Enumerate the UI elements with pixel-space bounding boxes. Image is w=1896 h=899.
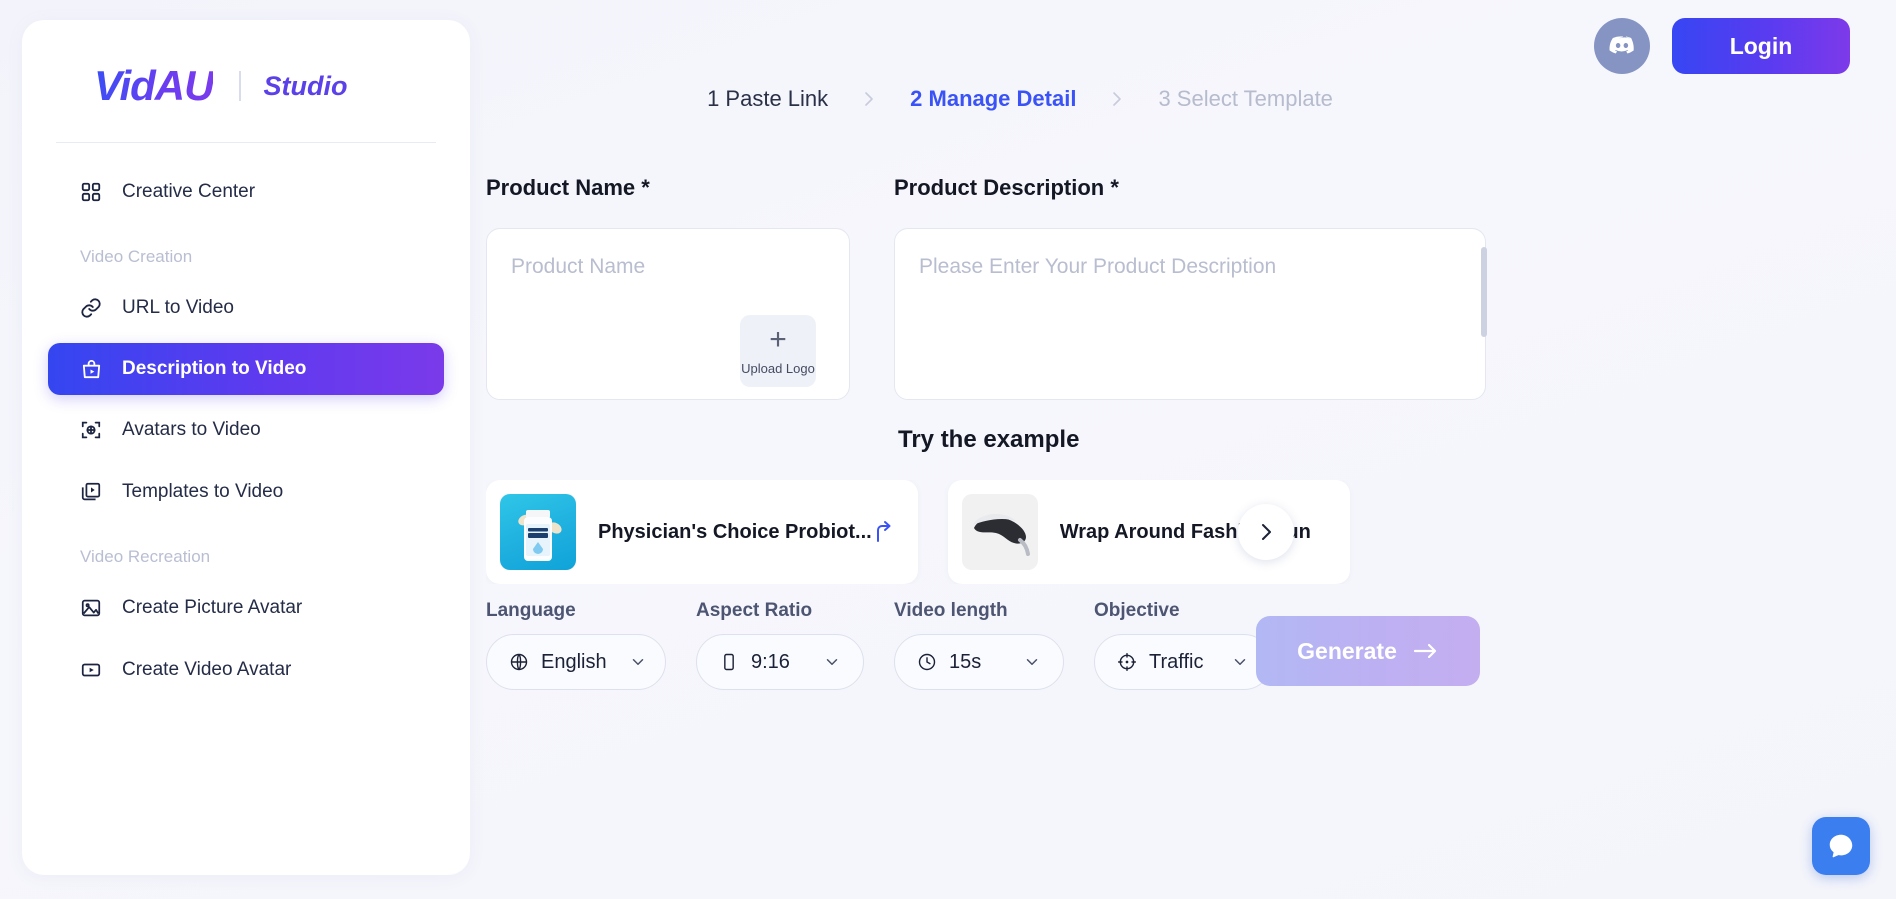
sidebar-item-label: Creative Center (122, 181, 255, 203)
sidebar-item-creative-center[interactable]: Creative Center (48, 165, 444, 219)
product-name-input[interactable]: Product Name + Upload Logo (486, 228, 850, 400)
example-card-name: Wrap Around Fashion Sun (1060, 521, 1336, 544)
objective-select[interactable]: Traffic (1094, 634, 1272, 690)
sidebar-item-label: Avatars to Video (122, 419, 261, 441)
chevron-right-icon (1256, 521, 1276, 543)
sidebar-item-label: URL to Video (122, 297, 234, 319)
globe-icon (509, 652, 529, 672)
generate-label: Generate (1297, 638, 1397, 665)
product-name-placeholder: Product Name (511, 255, 645, 279)
stepper: 1 Paste Link 2 Manage Detail 3 Select Te… (470, 86, 1570, 112)
image-icon (80, 596, 110, 620)
language-select[interactable]: English (486, 634, 666, 690)
brand-divider (239, 71, 241, 101)
sidebar-item-label: Create Picture Avatar (122, 597, 302, 619)
control-label: Objective (1094, 600, 1272, 622)
link-icon (80, 296, 110, 320)
template-play-icon (80, 480, 110, 504)
language-value: English (541, 651, 607, 674)
phone-icon (719, 652, 739, 672)
chevron-right-icon (1110, 89, 1124, 109)
sidebar-item-url-to-video[interactable]: URL to Video (48, 281, 444, 335)
example-card[interactable]: Physician's Choice Probiot... (486, 480, 918, 584)
login-button[interactable]: Login (1672, 18, 1850, 74)
control-label: Aspect Ratio (696, 600, 864, 622)
try-the-example-title: Try the example (898, 426, 1079, 454)
sunglasses-thumbnail (962, 494, 1038, 570)
chevron-down-icon (607, 653, 647, 671)
main-content: Product Name * Product Description * Pro… (470, 150, 1896, 899)
chat-icon (1826, 831, 1856, 861)
chevron-down-icon (1001, 653, 1041, 671)
chevron-right-icon (862, 89, 876, 109)
example-card-name: Physician's Choice Probiot... (598, 521, 872, 544)
objective-value: Traffic (1149, 651, 1203, 674)
step-manage-detail[interactable]: 2 Manage Detail (910, 86, 1076, 112)
plus-icon: + (769, 327, 787, 353)
chevron-down-icon (801, 653, 841, 671)
generation-controls: Language English Aspect Ratio (486, 600, 1302, 690)
chat-widget-button[interactable] (1812, 817, 1870, 875)
sidebar-item-label: Create Video Avatar (122, 659, 291, 681)
video-length-select[interactable]: 15s (894, 634, 1064, 690)
brand-name: VidAU (94, 62, 213, 110)
sidebar-group-video-creation: Video Creation (48, 227, 444, 281)
avatar-scan-icon (80, 418, 110, 442)
control-language: Language English (486, 600, 666, 690)
sidebar-item-label: Description to Video (122, 358, 306, 380)
scrollbar-thumb[interactable] (1481, 247, 1487, 337)
topbar: Login (496, 0, 1896, 92)
control-label: Language (486, 600, 666, 622)
control-aspect-ratio: Aspect Ratio 9:16 (696, 600, 864, 690)
aspect-ratio-select[interactable]: 9:16 (696, 634, 864, 690)
grid-icon (80, 180, 110, 204)
bag-play-icon (80, 357, 110, 381)
arrow-up-right-icon[interactable] (872, 519, 898, 545)
control-label: Video length (894, 600, 1064, 622)
control-video-length: Video length 15s (894, 600, 1064, 690)
target-icon (1117, 652, 1137, 672)
sidebar-nav: Creative Center Video Creation URL to Vi… (22, 143, 470, 697)
sidebar-item-label: Templates to Video (122, 481, 283, 503)
sidebar-item-description-to-video[interactable]: Description to Video (48, 343, 444, 395)
step-paste-link[interactable]: 1 Paste Link (707, 86, 828, 112)
product-description-placeholder: Please Enter Your Product Description (919, 255, 1276, 279)
brand-logo[interactable]: VidAU Studio (22, 20, 470, 116)
video-icon (80, 658, 110, 682)
sidebar-group-video-recreation: Video Recreation (48, 527, 444, 581)
sidebar-item-create-video-avatar[interactable]: Create Video Avatar (48, 643, 444, 697)
product-description-input[interactable]: Please Enter Your Product Description (894, 228, 1486, 400)
sidebar: VidAU Studio Creative Center Video Creat… (22, 20, 470, 875)
product-name-label: Product Name * (486, 175, 650, 201)
generate-button[interactable]: Generate (1256, 616, 1480, 686)
discord-button[interactable] (1594, 18, 1650, 74)
step-select-template[interactable]: 3 Select Template (1158, 86, 1332, 112)
app-root: VidAU Studio Creative Center Video Creat… (0, 0, 1896, 899)
chevron-down-icon (1209, 653, 1249, 671)
probiotic-bottle-thumbnail (500, 494, 576, 570)
upload-logo-label: Upload Logo (741, 361, 815, 376)
sidebar-item-avatars-to-video[interactable]: Avatars to Video (48, 403, 444, 457)
sidebar-item-create-picture-avatar[interactable]: Create Picture Avatar (48, 581, 444, 635)
control-objective: Objective Traffic (1094, 600, 1272, 690)
example-next-button[interactable] (1238, 504, 1294, 560)
brand-suffix: Studio (263, 71, 347, 102)
upload-logo-button[interactable]: + Upload Logo (740, 315, 816, 387)
discord-icon (1607, 31, 1637, 61)
arrow-right-icon (1413, 642, 1439, 660)
video-length-value: 15s (949, 651, 981, 674)
clock-icon (917, 652, 937, 672)
example-carousel: Physician's Choice Probiot... Wrap Aroun… (486, 480, 1496, 584)
sidebar-item-templates-to-video[interactable]: Templates to Video (48, 465, 444, 519)
aspect-ratio-value: 9:16 (751, 651, 790, 674)
product-description-label: Product Description * (894, 175, 1119, 201)
description-scrollbar[interactable] (1481, 247, 1487, 487)
